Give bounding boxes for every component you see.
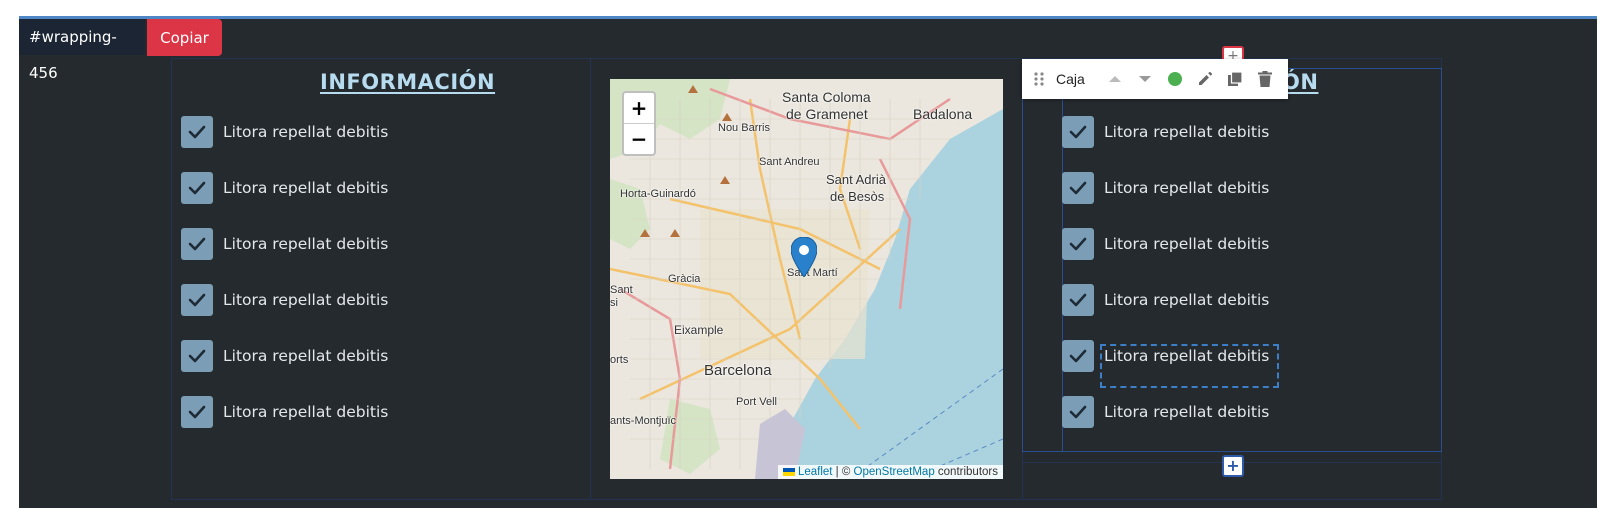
list-item-label: Litora repellat debitis [223, 123, 389, 141]
drag-handle-icon[interactable] [1022, 59, 1056, 99]
map-label-sant-adria-2: de Besòs [830, 189, 885, 204]
list-item-label: Litora repellat debitis [223, 235, 389, 253]
zoom-control: + − [622, 91, 656, 156]
list-item[interactable]: Litora repellat debitis [181, 116, 388, 148]
leaflet-link[interactable]: Leaflet [798, 466, 833, 478]
list-item-label: Litora repellat debitis [1104, 235, 1270, 253]
map-label-horta: Horta-Guinardó [620, 188, 696, 200]
zoom-out-button[interactable]: − [624, 123, 654, 154]
info-heading: INFORMACIÓN [320, 70, 496, 94]
checkmark-icon[interactable] [1062, 396, 1094, 428]
map-label-sant: Sant [610, 284, 633, 296]
list-item[interactable]: Litora repellat debitis [181, 228, 388, 260]
checkmark-icon[interactable] [181, 396, 213, 428]
list-item-label: Litora repellat debitis [1104, 403, 1270, 421]
attribution-suffix: contributors [934, 466, 998, 478]
list-item[interactable]: Litora repellat debitis [181, 340, 388, 372]
checkmark-icon[interactable] [181, 284, 213, 316]
wrapper-id-tag: #wrapping-456 [19, 19, 145, 82]
move-down-icon[interactable] [1130, 59, 1160, 99]
attribution-separator: | © [832, 466, 854, 478]
checkmark-icon[interactable] [1062, 116, 1094, 148]
checkmark-icon[interactable] [181, 172, 213, 204]
list-item-label: Litora repellat debitis [223, 291, 389, 309]
map[interactable]: Santa Coloma de Gramenet Badalona Nou Ba… [610, 79, 1003, 479]
list-item-label: Litora repellat debitis [223, 347, 389, 365]
status-dot-icon[interactable] [1160, 59, 1190, 99]
checkmark-icon[interactable] [1062, 284, 1094, 316]
list-item[interactable]: Litora repellat debitis [1062, 396, 1269, 428]
list-item[interactable]: Litora repellat debitis [181, 172, 388, 204]
list-item-label: Litora repellat debitis [1104, 291, 1270, 309]
insert-below-button[interactable]: + [1222, 455, 1244, 477]
checkmark-icon[interactable] [181, 340, 213, 372]
map-label-santa-coloma-2: de Gramenet [786, 106, 868, 122]
list-item[interactable]: Litora repellat debitis [1062, 172, 1269, 204]
list-item[interactable]: Litora repellat debitis [1062, 228, 1269, 260]
map-label-sant-andreu: Sant Andreu [759, 156, 820, 168]
duplicate-icon[interactable] [1220, 59, 1250, 99]
checkmark-icon[interactable] [181, 228, 213, 260]
move-up-icon[interactable] [1100, 59, 1130, 99]
list-item[interactable]: Litora repellat debitis [181, 284, 388, 316]
edit-icon[interactable] [1190, 59, 1220, 99]
map-label-si: si [610, 297, 618, 309]
map-label-eixample: Eixample [674, 323, 724, 337]
map-marker-icon[interactable] [791, 237, 817, 277]
list-item-label: Litora repellat debitis [1104, 123, 1270, 141]
copy-button[interactable]: Copiar [147, 19, 222, 56]
delete-icon[interactable] [1250, 59, 1280, 99]
list-item-label: Litora repellat debitis [1104, 179, 1270, 197]
checkmark-icon[interactable] [1062, 340, 1094, 372]
map-label-sant-adria: Sant Adrià [826, 172, 886, 187]
list-item[interactable]: Litora repellat debitis [1062, 116, 1269, 148]
osm-link[interactable]: OpenStreetMap [854, 466, 935, 478]
list-item[interactable]: Litora repellat debitis [181, 396, 388, 428]
zoom-in-button[interactable]: + [624, 93, 654, 123]
map-label-orts: orts [610, 354, 629, 366]
ukraine-flag-icon [782, 467, 795, 476]
map-label-santa-coloma: Santa Coloma [782, 89, 871, 105]
checkmark-icon[interactable] [1062, 228, 1094, 260]
map-label-port-vell: Port Vell [736, 396, 777, 408]
map-label-gracia: Gràcia [668, 273, 701, 285]
list-item-label: Litora repellat debitis [223, 179, 389, 197]
list-item-label: Litora repellat debitis [223, 403, 389, 421]
map-attribution: Leaflet | © OpenStreetMap contributors [777, 465, 1003, 479]
selected-element-outline [1100, 344, 1279, 388]
checkmark-icon[interactable] [1062, 172, 1094, 204]
map-label-barcelona: Barcelona [704, 362, 772, 379]
block-toolbar: Caja [1022, 59, 1288, 99]
list-item[interactable]: Litora repellat debitis [1062, 284, 1269, 316]
map-label-badalona: Badalona [913, 106, 973, 122]
block-name: Caja [1056, 71, 1085, 87]
checkmark-icon[interactable] [181, 116, 213, 148]
map-label-nou-barris: Nou Barris [718, 122, 770, 134]
map-label-sants-montjuic: ants-Montjuïc [610, 415, 677, 427]
